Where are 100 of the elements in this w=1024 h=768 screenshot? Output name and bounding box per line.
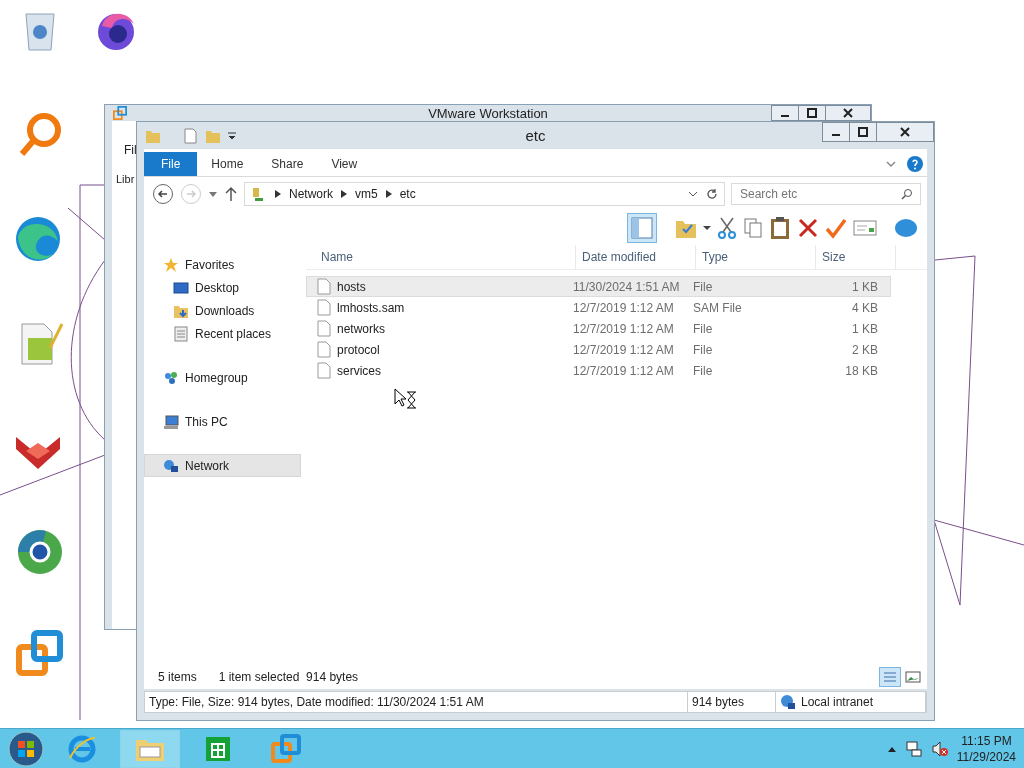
table-cell-text: 12/7/2019 1:12 AM (572, 300, 675, 315)
item-count: 5 items (158, 670, 197, 684)
column-header[interactable]: Type (696, 245, 816, 269)
table-cell-text: File (692, 321, 714, 336)
overlapping-squares-icon[interactable] (16, 630, 64, 678)
address-bar[interactable]: Network vm5 etc (244, 182, 725, 206)
close-button[interactable] (876, 122, 934, 142)
refresh-icon[interactable] (706, 188, 718, 200)
overlapping-squares-icon (113, 106, 127, 120)
breadcrumb[interactable]: Network (289, 187, 333, 201)
nav-item[interactable]: This PC (144, 410, 301, 433)
chevron-down-icon[interactable] (885, 158, 897, 170)
thumbnail-view-icon[interactable] (905, 669, 921, 685)
file-details: Type: File, Size: 914 bytes, Date modified: 11/30/2024 1:51 AM (149, 695, 484, 709)
chevron-right-icon[interactable] (385, 190, 392, 198)
column-header[interactable]: Date modified (576, 245, 696, 269)
close-button[interactable] (825, 105, 871, 121)
search-field[interactable]: Search etc (731, 183, 921, 205)
maximize-icon (858, 127, 868, 137)
table-cell-text: 11/30/2024 1:51 AM (572, 279, 681, 294)
ribbon-tab[interactable]: Share (257, 152, 318, 176)
selection-info: 1 item selected 914 bytes (218, 670, 359, 684)
table-cell-text: 12/7/2019 1:12 AM (572, 321, 675, 336)
file-row[interactable]: protocol 12/7/2019 1:12 AM File 2 KB (306, 339, 891, 360)
network-icon (163, 457, 179, 474)
table-cell-text: 12/7/2019 1:12 AM (572, 342, 675, 357)
table-cell-text: 1 KB (851, 279, 879, 294)
clipboard-icon[interactable] (769, 216, 791, 240)
checkmark-icon[interactable] (825, 217, 847, 239)
table-cell-text: 2 KB (851, 342, 879, 357)
table-cell-text: 4 KB (851, 300, 879, 315)
breadcrumb[interactable]: vm5 (355, 187, 378, 201)
nav-item[interactable]: Recent places (144, 322, 301, 345)
clock-time[interactable]: 11:15 PM (961, 732, 1012, 749)
nav-item[interactable]: Homegroup (144, 366, 301, 389)
scissors-icon[interactable] (717, 217, 737, 239)
document-icon (173, 325, 189, 342)
minimize-icon (832, 134, 840, 136)
ribbon-tab[interactable]: Home (197, 152, 258, 176)
nav-item[interactable]: Downloads (144, 299, 301, 322)
card-icon[interactable] (853, 219, 877, 237)
window-title: VMware Workstation (427, 105, 549, 121)
chevron-right-icon[interactable] (275, 190, 281, 198)
nav-item[interactable]: Network (144, 454, 301, 477)
file-name: protocol (337, 342, 380, 357)
minimize-icon (781, 115, 789, 117)
star-icon (163, 256, 179, 273)
globe-icon (780, 694, 796, 710)
caret-icon[interactable] (703, 224, 711, 232)
globe-icon[interactable] (16, 528, 64, 576)
file-icon (317, 320, 331, 337)
file-name: hosts (337, 279, 366, 294)
column-header[interactable]: Size (816, 245, 896, 269)
ribbon-tab[interactable]: View (317, 152, 372, 176)
file-row[interactable]: hosts 11/30/2024 1:51 AM File 1 KB (306, 276, 891, 297)
nav-item[interactable]: Desktop (144, 276, 301, 299)
monitor-icon (173, 280, 189, 295)
maximize-button[interactable] (849, 122, 877, 142)
file-size: 914 bytes (692, 695, 745, 709)
file-icon (317, 362, 331, 379)
menu-item[interactable]: Fil (124, 143, 137, 157)
file-row[interactable]: networks 12/7/2019 1:12 AM File 1 KB (306, 318, 891, 339)
file-row[interactable]: lmhosts.sam 12/7/2019 1:12 AM SAM File 4 KB (306, 297, 891, 318)
breadcrumb[interactable]: etc (399, 187, 416, 201)
file-icon (317, 341, 331, 358)
table-cell-text: 12/7/2019 1:12 AM (572, 363, 675, 378)
clock-date[interactable]: 11/29/2024 (956, 748, 1016, 765)
column-header[interactable]: Name (306, 245, 576, 269)
start-button[interactable] (8, 730, 44, 767)
maximize-icon (807, 108, 817, 118)
delete-icon[interactable] (797, 217, 819, 239)
close-icon (900, 127, 910, 137)
minimize-button[interactable] (771, 105, 799, 121)
close-icon (843, 108, 853, 118)
panel-label: Libr (116, 173, 135, 185)
up-arrow-icon[interactable] (224, 186, 238, 202)
table-cell-text: 18 KB (844, 363, 879, 378)
people-icon (163, 369, 179, 386)
file-row[interactable]: services 12/7/2019 1:12 AM File 18 KB (306, 360, 891, 381)
bubble-icon[interactable] (893, 216, 919, 240)
table-cell-text: 1 KB (851, 321, 879, 336)
copy-icon[interactable] (743, 217, 763, 239)
network-icon[interactable] (904, 739, 923, 758)
security-zone: Local intranet (801, 695, 874, 709)
caret-icon[interactable] (227, 130, 237, 141)
chevron-right-icon[interactable] (341, 190, 347, 198)
busy-cursor-icon (394, 388, 418, 410)
table-cell-text: File (692, 363, 714, 378)
browser-icon (67, 733, 97, 764)
file-tab[interactable]: File (144, 152, 198, 176)
search-icon (901, 188, 913, 200)
caret-icon[interactable] (208, 189, 218, 199)
minimize-button[interactable] (822, 122, 850, 142)
muted-speaker-icon[interactable] (930, 739, 949, 758)
help-icon[interactable] (907, 156, 923, 172)
maximize-button[interactable] (798, 105, 826, 121)
nav-item[interactable]: Favorites (144, 253, 301, 276)
chevron-down-icon[interactable] (688, 189, 698, 199)
window-title: etc (524, 127, 547, 144)
table-cell-text: File (692, 279, 714, 294)
